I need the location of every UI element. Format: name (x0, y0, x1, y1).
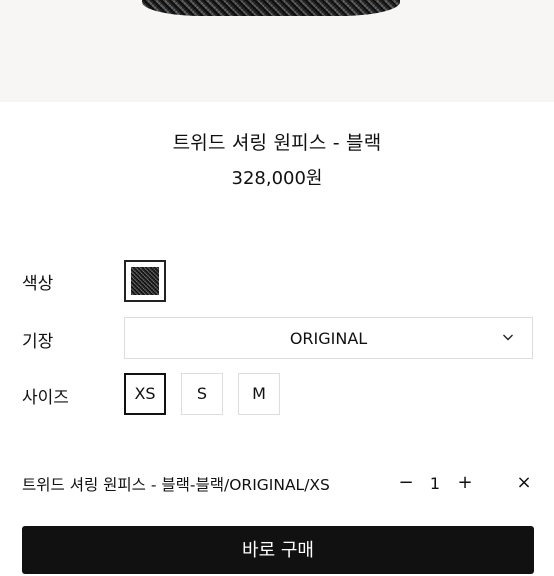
length-select[interactable]: ORIGINAL (124, 317, 533, 359)
length-option-label: 기장 (22, 332, 54, 352)
quantity-increase-button[interactable]: + (456, 473, 474, 493)
chevron-down-icon (503, 334, 513, 341)
product-image (0, 0, 554, 102)
size-option-xs[interactable]: XS (124, 373, 166, 415)
remove-item-button[interactable]: × (515, 473, 533, 493)
selected-item-name: 트위드 셔링 원피스 - 블랙-블랙/ORIGINAL/XS (22, 476, 330, 494)
size-option-m[interactable]: M (238, 373, 280, 415)
size-option-label: 사이즈 (22, 388, 69, 408)
length-select-value: ORIGINAL (289, 329, 368, 348)
swatch-fabric-image (131, 267, 159, 295)
size-option-s[interactable]: S (181, 373, 223, 415)
product-photo-fabric (142, 0, 400, 16)
buy-now-button[interactable]: 바로 구매 (22, 526, 534, 574)
product-price: 328,000원 (231, 168, 323, 189)
color-option-label: 색상 (22, 274, 54, 294)
product-title: 트위드 셔링 원피스 - 블랙 (172, 132, 382, 154)
quantity-value: 1 (429, 474, 441, 493)
quantity-decrease-button[interactable]: − (397, 473, 415, 493)
color-swatch-black[interactable] (124, 260, 166, 302)
